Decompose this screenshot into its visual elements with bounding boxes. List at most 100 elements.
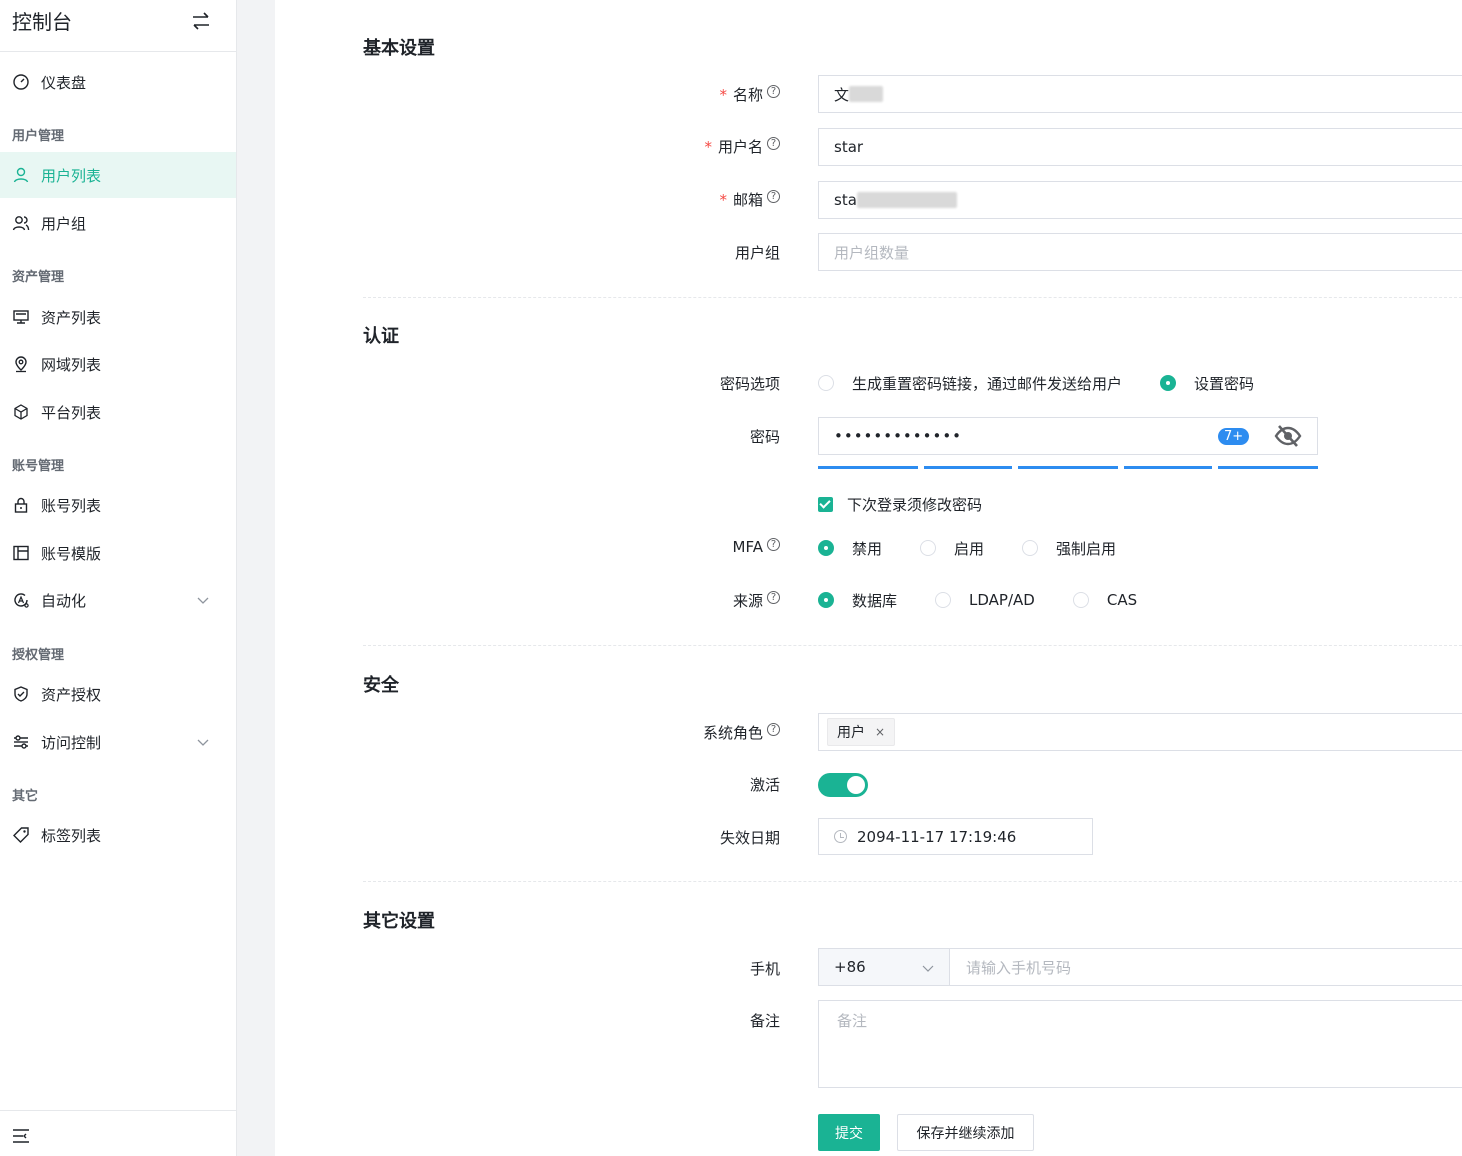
expire-date-picker[interactable]: 2094-11-17 17:19:46 bbox=[818, 818, 1093, 855]
comment-textarea[interactable]: 备注 bbox=[818, 1000, 1462, 1088]
sidebar-gutter bbox=[237, 0, 275, 1156]
switch-view-icon[interactable] bbox=[189, 9, 213, 33]
eye-off-icon[interactable] bbox=[1274, 423, 1302, 449]
sidebar-item-account-template[interactable]: 账号模版 bbox=[0, 530, 236, 576]
sidebar-item-dashboard[interactable]: 仪表盘 bbox=[0, 59, 236, 105]
comment-label: 备注 bbox=[749, 1012, 780, 1030]
phone-number-input[interactable]: 请输入手机号码 bbox=[950, 948, 1462, 986]
sidebar-item-label: 账号模版 bbox=[41, 544, 102, 563]
sidebar-item-label: 资产列表 bbox=[41, 308, 102, 327]
group-account-mgmt: 账号管理 bbox=[12, 459, 65, 474]
dashboard-icon bbox=[13, 74, 29, 90]
sidebar-item-platform-list[interactable]: 平台列表 bbox=[0, 389, 236, 435]
strength-bar-4 bbox=[1124, 466, 1212, 469]
section-divider bbox=[363, 645, 1462, 646]
help-icon[interactable]: ? bbox=[767, 85, 780, 98]
sidebar-item-account-list[interactable]: 账号列表 bbox=[0, 482, 236, 528]
automation-icon bbox=[14, 593, 29, 608]
user-create-form: 基本设置 * 名称 ? 文 * 用户名 ? star * 邮箱 ? sta 用户… bbox=[275, 0, 1462, 1156]
must-change-password-checkbox[interactable]: 下次登录须修改密码 bbox=[818, 494, 982, 515]
monitor-icon bbox=[13, 310, 29, 324]
sidebar-item-asset-permission[interactable]: 资产授权 bbox=[0, 671, 236, 717]
sidebar-item-automation[interactable]: 自动化 bbox=[0, 577, 236, 623]
sidebar-item-domain-list[interactable]: 网域列表 bbox=[0, 341, 236, 387]
tag-icon bbox=[13, 827, 29, 843]
phone-label: 手机 bbox=[749, 960, 780, 978]
save-and-continue-button[interactable]: 保存并继续添加 bbox=[897, 1114, 1034, 1151]
collapse-menu-icon[interactable] bbox=[12, 1128, 30, 1144]
phone-country-code-select[interactable]: +86 bbox=[818, 948, 950, 986]
mfa-label: MFA ? bbox=[733, 537, 780, 556]
sidebar-item-label: 仪表盘 bbox=[41, 73, 87, 92]
sidebar-item-user-list[interactable]: 用户列表 bbox=[0, 152, 236, 198]
system-role-label: 系统角色 ? bbox=[703, 722, 780, 743]
password-input[interactable]: ••••••••••••• 7+ bbox=[818, 417, 1318, 455]
section-title-other: 其它设置 bbox=[363, 911, 435, 932]
template-icon bbox=[13, 545, 29, 561]
username-label: * 用户名 ? bbox=[704, 136, 780, 157]
role-tag: 用户 × bbox=[827, 718, 896, 746]
radio-mfa-forced[interactable]: 强制启用 bbox=[1022, 538, 1116, 559]
sidebar-item-label: 资产授权 bbox=[41, 685, 102, 704]
radio-source-cas[interactable]: CAS bbox=[1072, 591, 1137, 609]
section-title-security: 安全 bbox=[363, 675, 399, 696]
radio-reset-link[interactable]: 生成重置密码链接，通过邮件发送给用户 bbox=[818, 373, 1122, 394]
lock-icon bbox=[14, 497, 28, 513]
strength-bar-5 bbox=[1218, 466, 1318, 469]
active-toggle[interactable] bbox=[818, 773, 868, 797]
clock-icon bbox=[834, 830, 847, 843]
email-input[interactable]: sta bbox=[818, 181, 1462, 219]
submit-button[interactable]: 提交 bbox=[818, 1114, 880, 1151]
section-title-basic: 基本设置 bbox=[363, 38, 435, 59]
user-icon bbox=[13, 167, 29, 183]
required-mark: * bbox=[719, 190, 727, 209]
help-icon[interactable]: ? bbox=[767, 723, 780, 736]
expire-date-label: 失效日期 bbox=[719, 829, 780, 847]
sidebar-item-label: 用户组 bbox=[41, 214, 87, 233]
help-icon[interactable]: ? bbox=[767, 537, 780, 551]
cube-icon bbox=[14, 404, 28, 420]
radio-mfa-enabled[interactable]: 启用 bbox=[920, 538, 984, 559]
mfa-option-group: 禁用 启用 强制启用 bbox=[818, 536, 1154, 560]
sidebar-header: 控制台 bbox=[0, 0, 236, 52]
user-group-select[interactable]: 用户组数量 bbox=[818, 233, 1462, 271]
sidebar-item-label: 标签列表 bbox=[41, 826, 102, 845]
redacted-blur bbox=[849, 86, 884, 102]
radio-source-ldap[interactable]: LDAP/AD bbox=[935, 591, 1035, 609]
system-role-select[interactable]: 用户 × bbox=[818, 713, 1462, 751]
shield-check-icon bbox=[14, 686, 28, 702]
chevron-down-icon[interactable] bbox=[196, 593, 210, 607]
group-other: 其它 bbox=[12, 789, 39, 804]
password-option-group: 生成重置密码链接，通过邮件发送给用户 设置密码 bbox=[818, 371, 1292, 395]
radio-set-password[interactable]: 设置密码 bbox=[1160, 373, 1254, 394]
password-label: 密码 bbox=[749, 428, 780, 446]
help-icon[interactable]: ? bbox=[767, 591, 780, 604]
active-label: 激活 bbox=[749, 776, 780, 794]
sidebar-item-label: 自动化 bbox=[41, 591, 87, 610]
help-icon[interactable]: ? bbox=[767, 190, 780, 203]
radio-mfa-disabled[interactable]: 禁用 bbox=[818, 538, 882, 559]
sidebar-item-label: 平台列表 bbox=[41, 403, 102, 422]
location-pin-icon bbox=[15, 356, 27, 373]
group-user-mgmt: 用户管理 bbox=[12, 129, 65, 144]
section-divider bbox=[363, 881, 1462, 882]
sidebar-item-asset-list[interactable]: 资产列表 bbox=[0, 294, 236, 340]
group-perm-mgmt: 授权管理 bbox=[12, 648, 65, 663]
radio-source-database[interactable]: 数据库 bbox=[818, 590, 897, 611]
section-title-auth: 认证 bbox=[363, 326, 399, 347]
access-control-icon bbox=[14, 735, 28, 749]
tag-close-icon[interactable]: × bbox=[875, 725, 885, 739]
sidebar-item-access-control[interactable]: 访问控制 bbox=[0, 719, 236, 765]
strength-bar-2 bbox=[924, 466, 1012, 469]
username-input[interactable]: star bbox=[818, 128, 1462, 166]
sidebar-item-user-group[interactable]: 用户组 bbox=[0, 200, 236, 246]
users-icon bbox=[12, 216, 30, 231]
chevron-down-icon[interactable] bbox=[196, 735, 210, 749]
sidebar-item-tag-list[interactable]: 标签列表 bbox=[0, 812, 236, 858]
sidebar-item-label: 账号列表 bbox=[41, 496, 102, 515]
source-option-group: 数据库 LDAP/AD CAS bbox=[818, 588, 1175, 612]
source-label: 来源 ? bbox=[733, 590, 780, 611]
help-icon[interactable]: ? bbox=[767, 137, 780, 150]
name-input[interactable]: 文 bbox=[818, 75, 1462, 113]
required-mark: * bbox=[704, 137, 712, 156]
